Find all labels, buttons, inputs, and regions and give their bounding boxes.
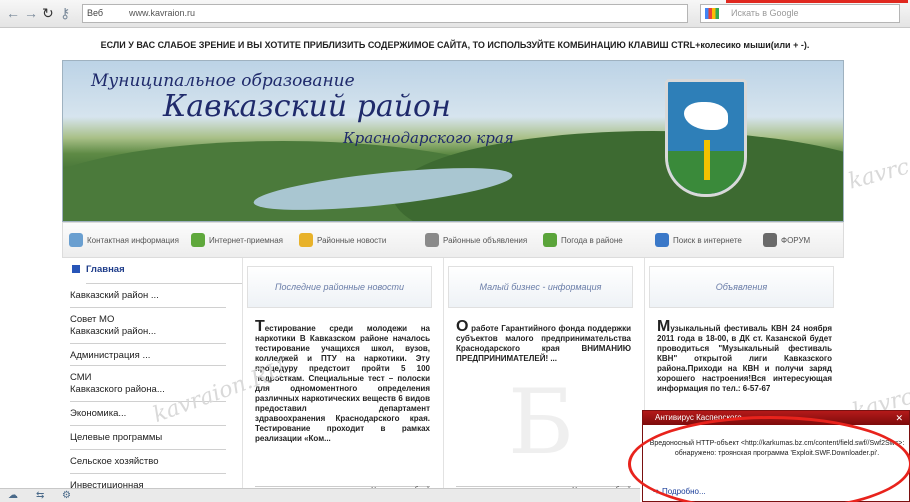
banner-title-line3: Краснодарского края xyxy=(343,129,514,147)
drop-cap: М xyxy=(657,318,671,335)
nav-label[interactable]: Интернет-приемная xyxy=(209,236,283,245)
nav-item[interactable]: Контактная информация xyxy=(69,233,179,247)
cloud-icon[interactable]: ☁ xyxy=(8,490,18,501)
banner-title-line2: Кавказский район xyxy=(163,89,451,124)
forward-arrow-icon[interactable]: → xyxy=(24,5,38,21)
status-bar: ☁ ⇆ ⚙ xyxy=(0,488,640,502)
top-nav: Контактная информация Интернет-приемная Ра… xyxy=(62,222,844,258)
bullet-icon xyxy=(72,265,80,273)
sidebar-item[interactable]: Главная xyxy=(86,262,242,284)
nav-icon[interactable] xyxy=(425,233,439,247)
nav-label[interactable]: Поиск в интернете xyxy=(673,236,742,245)
column-text[interactable]: О работе Гарантийного фонда поддержки су… xyxy=(456,318,631,364)
nav-item[interactable]: Районные новости xyxy=(299,233,386,247)
drop-cap: Т xyxy=(255,318,265,335)
nav-label[interactable]: Контактная информация xyxy=(87,236,179,245)
column-header[interactable]: Малый бизнес - информация xyxy=(448,266,633,308)
google-icon[interactable] xyxy=(705,8,719,19)
close-icon[interactable]: ✕ xyxy=(895,411,903,425)
coat-of-arms-icon xyxy=(665,79,747,197)
nav-icon[interactable] xyxy=(299,233,313,247)
nav-label[interactable]: Районные новости xyxy=(317,236,386,245)
column-text[interactable]: Музыкальный фестиваль КВН 24 ноября 2011… xyxy=(657,318,832,394)
search-placeholder[interactable]: Искать в Google xyxy=(731,5,799,22)
nav-label[interactable]: Погода в районе xyxy=(561,236,623,245)
nav-item[interactable]: Погода в районе xyxy=(543,233,623,247)
nav-label[interactable]: ФОРУМ xyxy=(781,236,810,245)
browser-window: ← → ↻ ⚷ Веб www.kavraion.ru Искать в Goo… xyxy=(0,0,910,502)
sidebar-item[interactable]: Администрация ... xyxy=(70,346,226,366)
sidebar-item[interactable]: Совет МО Кавказский район... xyxy=(70,310,226,344)
deer-icon xyxy=(684,102,728,130)
article-text: работе Гарантийного фонда поддержки субъ… xyxy=(456,324,631,363)
article-text: узыкальный фестиваль КВН 24 ноября 2011 … xyxy=(657,324,832,393)
browser-toolbar: ← → ↻ ⚷ Веб www.kavraion.ru Искать в Goo… xyxy=(0,0,910,28)
sidebar-item[interactable]: Кавказский район ... xyxy=(70,286,226,308)
nav-icon[interactable] xyxy=(69,233,83,247)
nav-icon[interactable] xyxy=(655,233,669,247)
accessibility-notice: ЕСЛИ У ВАС СЛАБОЕ ЗРЕНИЕ И ВЫ ХОТИТЕ ПРИ… xyxy=(100,40,810,50)
settings-icon[interactable]: ⚙ xyxy=(62,490,71,501)
article-text: естирование среди молодежи на наркотики … xyxy=(255,324,430,443)
nav-icon[interactable] xyxy=(763,233,777,247)
annotation-bar xyxy=(726,0,908,3)
nav-icon[interactable] xyxy=(543,233,557,247)
highlight-ring xyxy=(628,416,910,502)
sidebar-item[interactable]: Сельское хозяйство xyxy=(70,452,226,474)
url-text[interactable]: www.kavraion.ru xyxy=(129,5,195,22)
arrow-symbol xyxy=(704,140,710,180)
watermark: kavrc xyxy=(845,154,910,195)
column-header[interactable]: Последние районные новости xyxy=(247,266,432,308)
key-icon[interactable]: ⚷ xyxy=(60,5,70,21)
nav-icon[interactable] xyxy=(191,233,205,247)
sidebar-item[interactable]: Целевые программы xyxy=(70,428,226,450)
reload-icon[interactable]: ↻ xyxy=(42,5,54,21)
nav-item[interactable]: Поиск в интернете xyxy=(655,233,742,247)
nav-item[interactable]: Районные объявления xyxy=(425,233,527,247)
nav-item[interactable]: ФОРУМ xyxy=(763,233,810,247)
nav-label[interactable]: Районные объявления xyxy=(443,236,527,245)
address-bar[interactable]: Веб www.kavraion.ru xyxy=(82,4,688,23)
nav-item[interactable]: Интернет-приемная xyxy=(191,233,283,247)
column-header[interactable]: Объявления xyxy=(649,266,834,308)
background-letter: Б xyxy=(508,370,575,475)
back-arrow-icon[interactable]: ← xyxy=(6,5,20,21)
site-banner: Муниципальное образование Кавказский рай… xyxy=(62,60,844,222)
share-icon[interactable]: ⇆ xyxy=(36,490,44,501)
sidebar: Главная Кавказский район ... Совет МО Кавк… xyxy=(62,258,242,502)
drop-cap: О xyxy=(456,318,469,335)
site-label: Веб xyxy=(87,8,104,18)
banner-title-line1: Муниципальное образование xyxy=(91,71,355,91)
search-box[interactable]: Искать в Google xyxy=(700,4,900,23)
